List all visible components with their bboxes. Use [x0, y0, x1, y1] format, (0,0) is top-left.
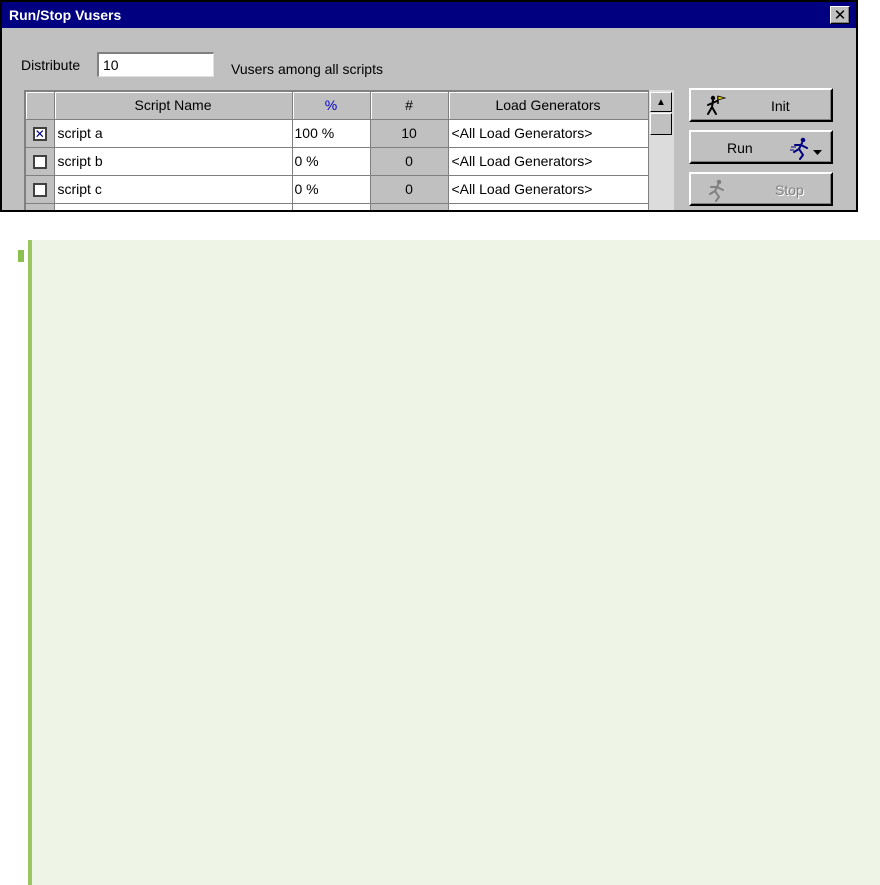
- checkbox-unchecked[interactable]: [32, 155, 47, 170]
- count-cell[interactable]: [370, 203, 449, 210]
- checkbox-checked[interactable]: ✕: [32, 127, 47, 142]
- close-icon: ✕: [833, 6, 847, 24]
- grid-header-row: Script Name % # Load Generators: [26, 92, 649, 120]
- row-checkbox-cell[interactable]: [26, 203, 55, 210]
- titlebar: Run/Stop Vusers ✕: [2, 2, 856, 28]
- count-cell[interactable]: 0: [370, 147, 449, 176]
- script-name-cell[interactable]: [54, 203, 293, 210]
- table-row[interactable]: [26, 203, 649, 210]
- runner-stop-icon: [707, 178, 731, 206]
- script-name-cell[interactable]: script b: [54, 147, 293, 176]
- percent-cell[interactable]: 0 %: [292, 175, 371, 204]
- vertical-scrollbar[interactable]: ▲: [648, 90, 674, 210]
- load-generators-cell[interactable]: [448, 203, 649, 210]
- script-name-cell[interactable]: script a: [54, 119, 293, 148]
- percent-cell[interactable]: [292, 203, 371, 210]
- count-cell[interactable]: 0: [370, 175, 449, 204]
- run-stop-vusers-dialog: Run/Stop Vusers ✕ Distribute 10 Vusers a…: [0, 0, 858, 212]
- load-generators-cell[interactable]: <All Load Generators>: [448, 147, 649, 176]
- distribute-suffix: Vusers among all scripts: [231, 61, 383, 77]
- init-button[interactable]: Init: [689, 88, 833, 122]
- run-button[interactable]: Run: [689, 130, 833, 164]
- load-generators-cell[interactable]: <All Load Generators>: [448, 175, 649, 204]
- scripts-grid: Script Name % # Load Generators ✕ script…: [24, 90, 674, 210]
- table-row[interactable]: ✕ script a 100 % 10 <All Load Generators…: [26, 119, 649, 148]
- arrow-up-icon: ▲: [656, 96, 666, 108]
- distribute-label: Distribute: [21, 57, 81, 73]
- script-name-cell[interactable]: script c: [54, 175, 293, 204]
- load-generators-cell[interactable]: <All Load Generators>: [448, 119, 649, 148]
- table-row[interactable]: script b 0 % 0 <All Load Generators>: [26, 147, 649, 176]
- distribute-field[interactable]: 10: [97, 52, 214, 77]
- row-checkbox-cell[interactable]: [26, 175, 55, 204]
- window-title: Run/Stop Vusers: [9, 7, 122, 23]
- row-checkbox-cell[interactable]: [26, 147, 55, 176]
- header-count[interactable]: #: [370, 92, 449, 120]
- header-script-name[interactable]: Script Name: [54, 92, 293, 120]
- count-cell[interactable]: 10: [370, 119, 449, 148]
- init-label: Init: [771, 98, 790, 114]
- percent-cell[interactable]: 0 %: [292, 147, 371, 176]
- content-panel: [28, 240, 880, 885]
- header-checkbox-col: [26, 92, 55, 120]
- scroll-up-button[interactable]: ▲: [650, 92, 672, 112]
- runner-flag-icon: [705, 94, 729, 122]
- percent-cell[interactable]: 100 %: [292, 119, 371, 148]
- run-label: Run: [727, 140, 753, 156]
- close-button[interactable]: ✕: [830, 6, 850, 24]
- header-percent[interactable]: %: [292, 92, 371, 120]
- checkbox-unchecked[interactable]: [32, 183, 47, 198]
- stop-button[interactable]: Stop: [689, 172, 833, 206]
- scroll-thumb[interactable]: [650, 113, 672, 135]
- stop-label: Stop: [775, 182, 804, 198]
- row-checkbox-cell[interactable]: ✕: [26, 119, 55, 148]
- panel-marker: [18, 250, 24, 262]
- runner-icon: [789, 136, 825, 164]
- table-row[interactable]: script c 0 % 0 <All Load Generators>: [26, 175, 649, 204]
- header-load-generators[interactable]: Load Generators: [448, 92, 649, 120]
